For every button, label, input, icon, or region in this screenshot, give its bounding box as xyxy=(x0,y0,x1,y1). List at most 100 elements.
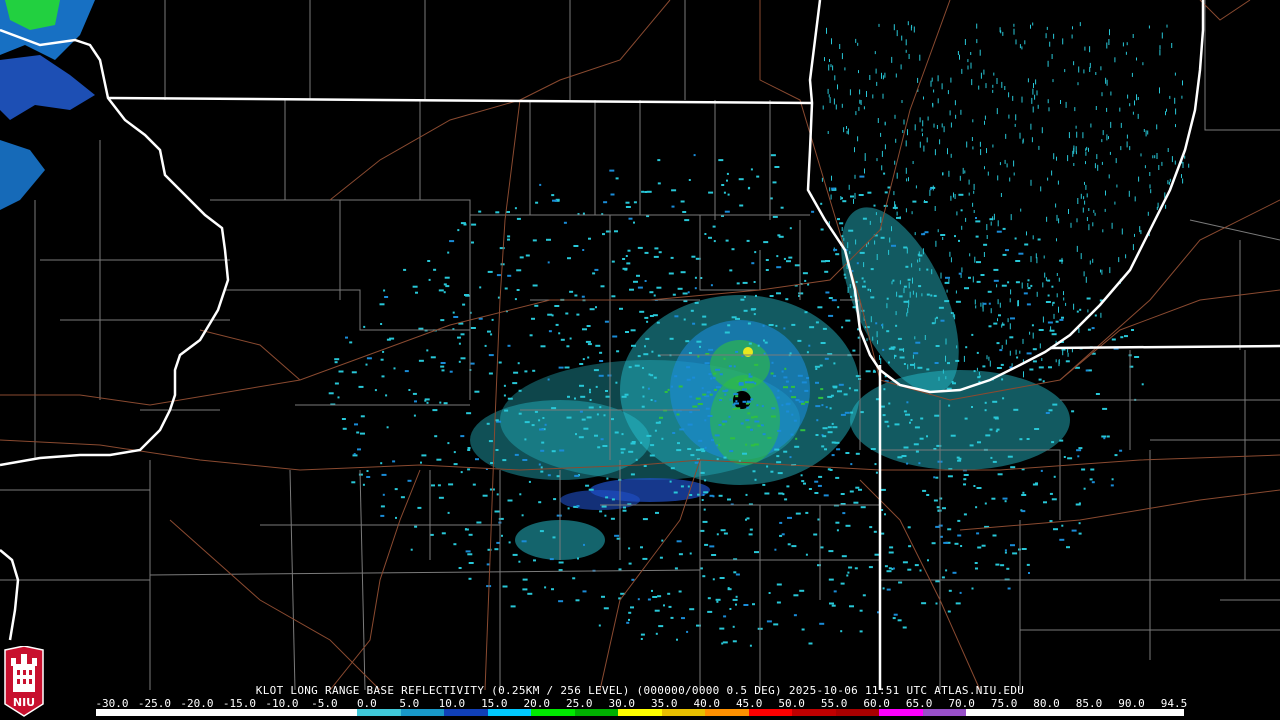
echo-speck xyxy=(964,287,969,290)
echo-speck xyxy=(1063,297,1065,301)
echo-speck xyxy=(841,53,843,60)
echo-speck xyxy=(356,431,360,434)
echo-speck xyxy=(914,426,920,429)
echo-speck xyxy=(902,561,908,564)
echo-speck xyxy=(482,494,488,497)
echo-speck xyxy=(552,199,557,202)
echo-speck xyxy=(623,506,626,509)
echo-speck xyxy=(1121,228,1123,235)
echo-speck xyxy=(353,453,356,456)
echo-speck xyxy=(667,388,670,391)
echo-speck xyxy=(544,423,547,426)
echo-speck xyxy=(518,389,522,392)
echo-speck xyxy=(1059,259,1064,262)
echo-speck xyxy=(692,376,696,379)
echo-speck xyxy=(906,178,908,182)
echo-speck xyxy=(824,357,829,360)
echo-speck xyxy=(729,269,733,272)
echo-speck xyxy=(858,488,862,491)
echo-speck xyxy=(973,190,975,194)
echo-speck xyxy=(870,296,875,299)
echo-speck xyxy=(334,358,340,361)
echo-speck xyxy=(556,475,560,478)
echo-speck xyxy=(438,496,444,499)
echo-speck xyxy=(1047,279,1051,282)
echo-speck xyxy=(777,472,783,475)
echo-speck xyxy=(913,352,919,355)
echo-speck xyxy=(820,202,823,205)
echo-speck xyxy=(877,118,879,123)
echo-speck xyxy=(449,370,453,373)
echo-speck xyxy=(532,369,536,372)
echo-speck xyxy=(525,254,530,257)
echo-speck xyxy=(950,195,952,201)
echo-speck xyxy=(954,194,956,199)
echo-speck xyxy=(468,577,472,580)
echo-speck xyxy=(351,481,356,484)
echo-speck xyxy=(992,400,998,403)
echo-speck xyxy=(808,344,811,347)
echo-speck xyxy=(848,184,850,190)
echo-speck xyxy=(1076,131,1078,138)
echo-speck xyxy=(748,375,753,378)
echo-speck xyxy=(1087,328,1091,331)
echo-speck xyxy=(360,415,365,418)
echo-speck xyxy=(1049,41,1051,47)
echo-speck xyxy=(902,626,907,629)
echo-speck xyxy=(912,200,917,203)
echo-speck xyxy=(1051,441,1055,444)
echo-speck xyxy=(724,393,727,396)
echo-speck xyxy=(903,285,907,288)
echo-speck xyxy=(834,75,836,81)
echo-speck xyxy=(711,554,717,556)
echo-speck xyxy=(504,409,509,412)
echo-speck xyxy=(386,426,389,429)
echo-speck xyxy=(988,325,992,328)
echo-speck xyxy=(586,325,591,327)
echo-speck xyxy=(712,225,716,228)
echo-speck xyxy=(975,217,977,219)
echo-speck xyxy=(996,342,1000,345)
echo-speck xyxy=(1182,178,1184,184)
echo-speck xyxy=(817,484,822,487)
echo-speck xyxy=(797,374,803,377)
echo-speck xyxy=(971,137,973,141)
echo-speck xyxy=(503,394,506,397)
echo-speck xyxy=(860,100,862,105)
echo-speck xyxy=(784,367,787,370)
echo-speck xyxy=(1136,57,1137,61)
echo-speck xyxy=(905,140,907,147)
echo-speck xyxy=(947,90,949,95)
echo-speck xyxy=(853,198,854,204)
echo-speck xyxy=(979,49,981,56)
echo-speck xyxy=(846,574,849,577)
echo-speck xyxy=(601,595,605,598)
echo-speck xyxy=(644,316,649,319)
echo-speck xyxy=(1147,130,1149,135)
echo-speck xyxy=(385,394,388,397)
echo-speck xyxy=(841,326,844,329)
echo-speck xyxy=(467,449,471,451)
echo-speck xyxy=(652,596,658,598)
echo-speck xyxy=(962,167,964,174)
echo-speck xyxy=(1013,408,1019,411)
echo-speck xyxy=(1032,22,1034,26)
echo-speck xyxy=(572,577,576,580)
echo-speck xyxy=(538,419,541,422)
echo-speck xyxy=(1165,204,1167,209)
echo-speck xyxy=(695,448,701,451)
echo-speck xyxy=(1045,301,1051,303)
echo-speck xyxy=(859,175,865,178)
echo-speck xyxy=(783,376,788,379)
echo-speck xyxy=(854,389,859,392)
echo-speck xyxy=(644,251,649,254)
echo-speck xyxy=(577,557,579,560)
echo-speck xyxy=(906,401,909,404)
echo-speck xyxy=(1044,272,1046,278)
echo-speck xyxy=(574,474,580,477)
legend-color-swatch xyxy=(835,709,880,716)
echo-speck xyxy=(381,473,387,476)
echo-speck xyxy=(637,246,643,249)
echo-speck xyxy=(876,158,878,162)
echo-speck xyxy=(414,400,417,403)
